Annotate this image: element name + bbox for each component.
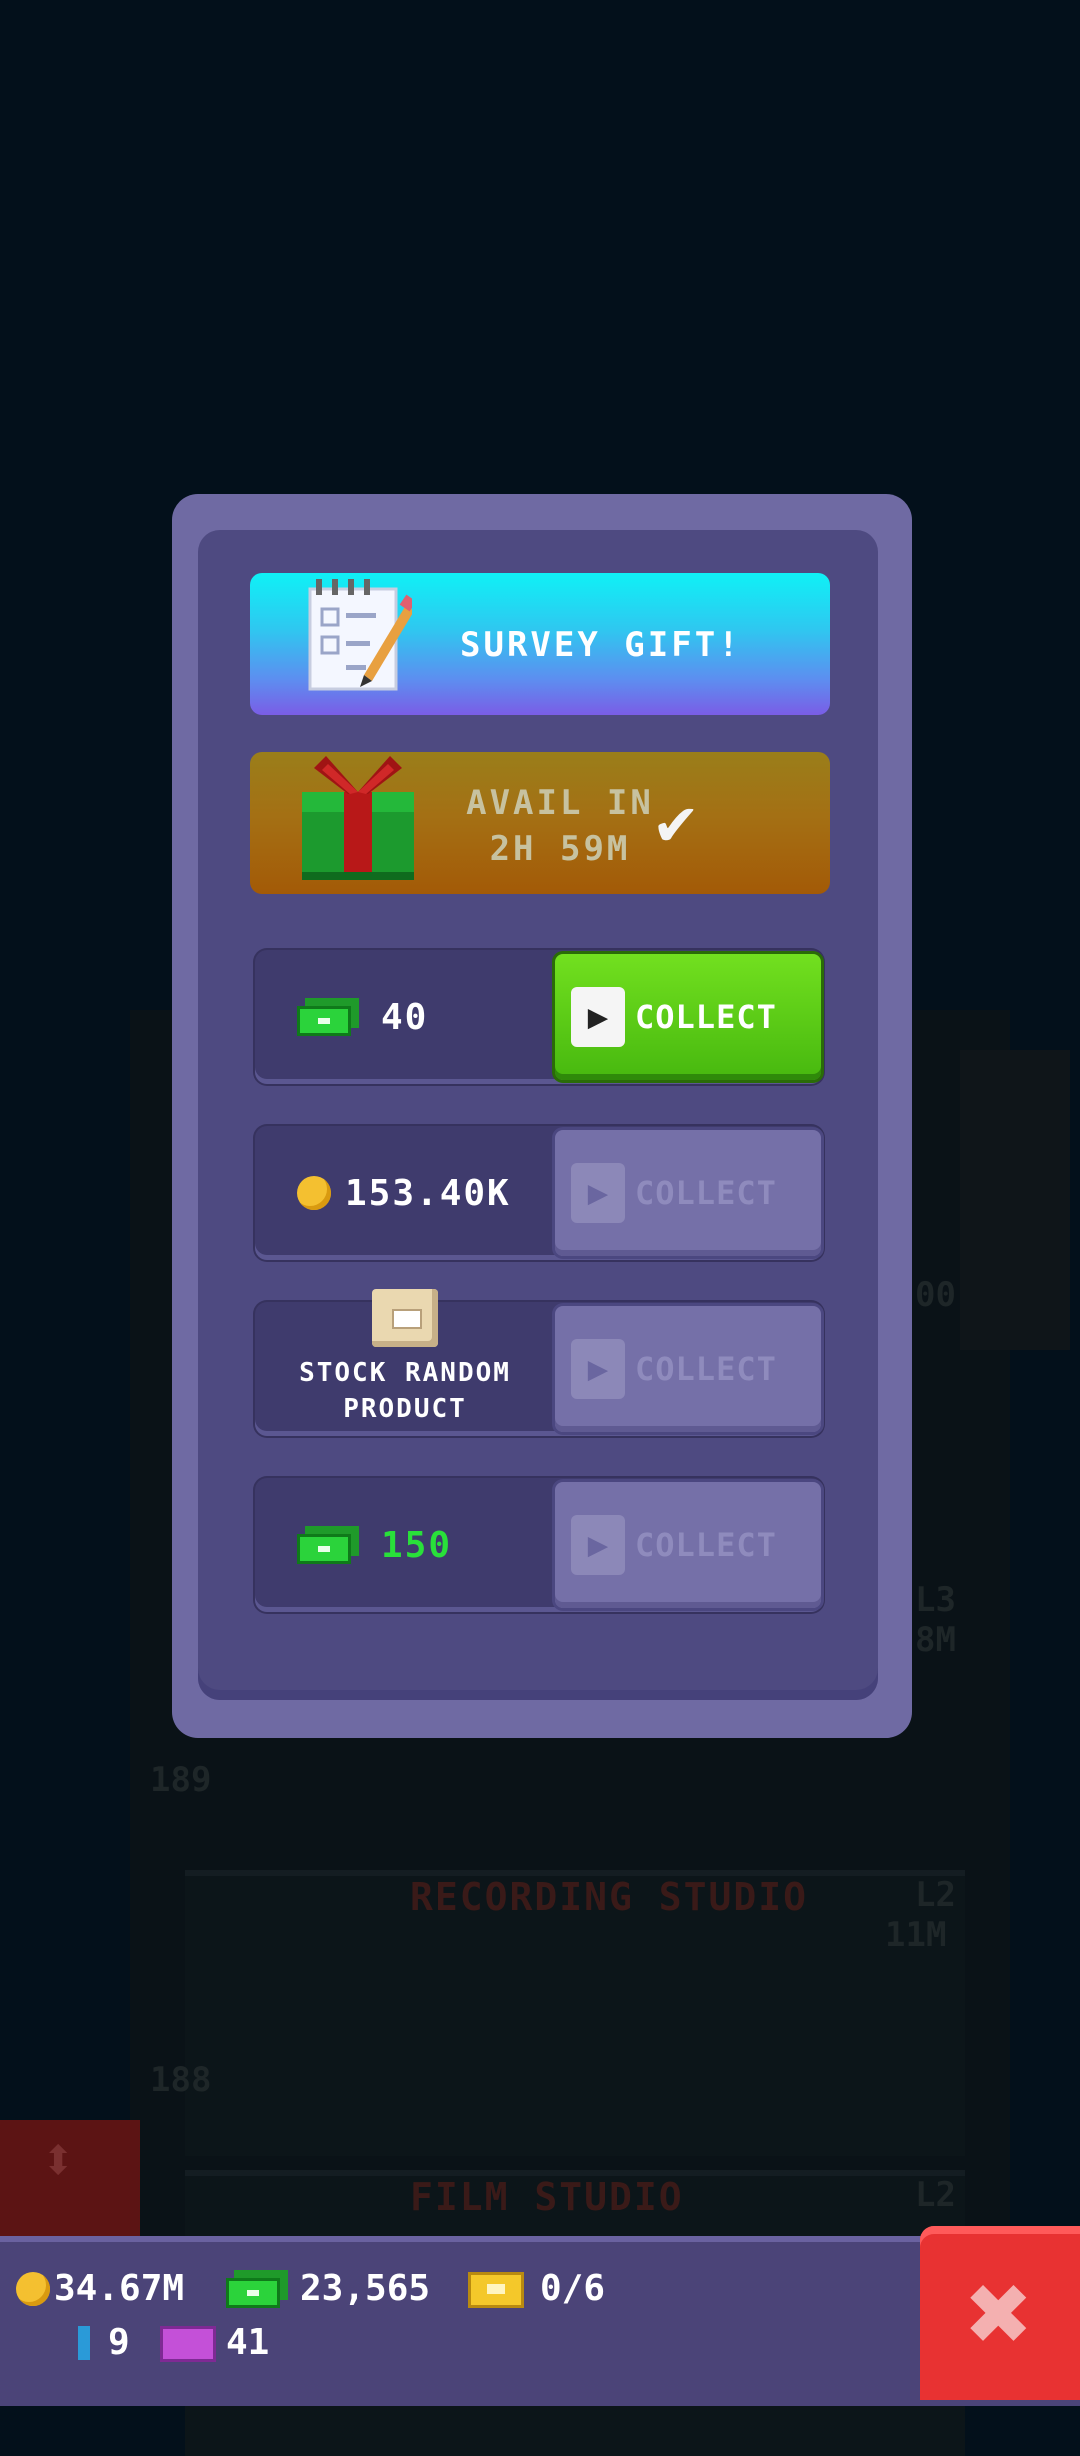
elevator-button[interactable]: ⬍ — [0, 2120, 140, 2240]
collect-button[interactable]: ▶ COLLECT — [555, 1306, 821, 1432]
bux-icon — [226, 2270, 288, 2308]
reward-label-line1: STOCK RANDOM — [299, 1358, 511, 1388]
reward-amount: 150 — [381, 1524, 453, 1566]
up-down-arrow-icon: ⬍ — [40, 2125, 77, 2195]
reward-amount: 40 — [381, 996, 429, 1038]
ticket-icon — [468, 2272, 524, 2308]
collect-button[interactable]: ▶ COLLECT — [555, 954, 821, 1080]
floor-partial-label: 8M — [915, 1620, 956, 1660]
close-button[interactable]: ✖ — [920, 2226, 1080, 2400]
collect-label: COLLECT — [635, 1350, 777, 1388]
floor-name: FILM STUDIO — [410, 2175, 684, 2219]
reward-info: 40 — [255, 950, 555, 1084]
reward-row: 40 ▶ COLLECT — [255, 950, 823, 1084]
reward-label: STOCK RANDOM PRODUCT — [299, 1355, 511, 1427]
golden-ticket-icon — [160, 2326, 216, 2362]
gift-box-icon — [302, 756, 414, 880]
coin-count: 34.67M — [54, 2268, 185, 2309]
check-icon: ✔ — [656, 783, 696, 860]
floor-level: L2 — [915, 1875, 956, 1915]
key-icon — [78, 2326, 90, 2360]
play-icon: ▶ — [571, 1163, 625, 1223]
notepad-icon — [308, 579, 412, 691]
reward-label-line2: PRODUCT — [343, 1394, 467, 1424]
collect-label: COLLECT — [635, 1526, 777, 1564]
coin-icon — [16, 2272, 50, 2306]
cash-icon — [297, 998, 359, 1036]
floor-name: RECORDING STUDIO — [410, 1875, 809, 1919]
reward-row: 153.40K ▶ COLLECT — [255, 1126, 823, 1260]
reward-amount: 153.40K — [345, 1172, 511, 1214]
daily-gift-button[interactable]: AVAIL IN 2H 59M ✔ — [250, 752, 830, 894]
play-icon: ▶ — [571, 1515, 625, 1575]
floor-number: 189 — [150, 1760, 212, 1800]
survey-gift-button[interactable]: SURVEY GIFT! — [250, 573, 830, 715]
close-icon: ✖ — [966, 2249, 1034, 2377]
gift-timer-line1: AVAIL IN — [466, 783, 654, 823]
collect-label: COLLECT — [635, 1174, 777, 1212]
survey-gift-label: SURVEY GIFT! — [460, 625, 742, 665]
floor-partial-label: 00 — [915, 1275, 956, 1315]
cash-icon — [297, 1526, 359, 1564]
play-icon: ▶ — [571, 987, 625, 1047]
gift-timer-line2: 2H 59M — [489, 829, 631, 869]
reward-info: STOCK RANDOM PRODUCT — [255, 1289, 555, 1436]
box-icon — [372, 1289, 438, 1347]
ticket-count: 0/6 — [540, 2268, 606, 2309]
collect-label: COLLECT — [635, 998, 777, 1036]
bux-count: 23,565 — [300, 2268, 431, 2309]
status-bar: 34.67M 23,565 0/6 9 41 — [0, 2236, 1080, 2406]
reward-row: 150 ▶ COLLECT — [255, 1478, 823, 1612]
gift-timer: AVAIL IN 2H 59M — [450, 780, 670, 872]
collect-button[interactable]: ▶ COLLECT — [555, 1482, 821, 1608]
tower-roof-detail — [960, 1050, 1070, 1350]
coin-icon — [297, 1176, 331, 1210]
reward-row: STOCK RANDOM PRODUCT ▶ COLLECT — [255, 1289, 823, 1436]
reward-info: 150 — [255, 1478, 555, 1612]
play-icon: ▶ — [571, 1339, 625, 1399]
floor-value: 11M — [885, 1915, 947, 1955]
floor-level: L2 — [915, 2175, 956, 2215]
floor-partial-label: L3 — [915, 1580, 956, 1620]
collect-button[interactable]: ▶ COLLECT — [555, 1130, 821, 1256]
floor-number: 188 — [150, 2060, 212, 2100]
golden-ticket-count: 41 — [226, 2322, 270, 2363]
key-count: 9 — [108, 2322, 130, 2363]
reward-info: 153.40K — [255, 1126, 555, 1260]
